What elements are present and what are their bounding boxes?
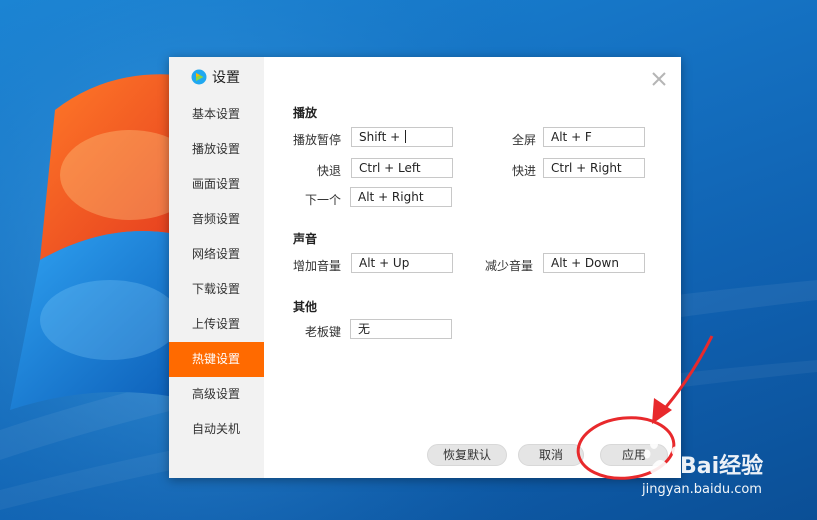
sidebar-item-network[interactable]: 网络设置 [169,237,264,272]
sidebar-item-upload[interactable]: 上传设置 [169,307,264,342]
hotkey-settings-panel: 播放 播放暂停 Shift + 全屏 Alt + F 快退 Ctrl + Lef… [264,57,681,478]
boss-key-hotkey-input[interactable]: 无 [350,319,452,339]
dialog-title-bar: 设置 [191,67,240,87]
section-title-other: 其他 [293,300,318,314]
volume-down-hotkey-input[interactable]: Alt + Down [543,253,645,273]
sidebar-item-picture[interactable]: 画面设置 [169,167,264,202]
rewind-label: 快退 [316,164,341,178]
settings-sidebar: 设置 基本设置 播放设置 画面设置 音频设置 网络设置 下载设置 上传设置 热键… [169,57,264,478]
sidebar-item-playback[interactable]: 播放设置 [169,132,264,167]
restore-defaults-button[interactable]: 恢复默认 [427,444,507,466]
app-logo-icon [191,69,207,85]
text-caret [404,130,406,143]
cancel-button[interactable]: 取消 [518,444,584,466]
boss-key-label: 老板键 [304,325,341,339]
next-label: 下一个 [304,193,341,207]
settings-dialog: 设置 基本设置 播放设置 画面设置 音频设置 网络设置 下载设置 上传设置 热键… [169,57,681,478]
dialog-title: 设置 [212,70,240,86]
watermark-url: jingyan.baidu.com [642,482,762,497]
sidebar-item-advanced[interactable]: 高级设置 [169,377,264,412]
forward-hotkey-input[interactable]: Ctrl + Right [543,158,645,178]
volume-up-label: 增加音量 [292,259,341,273]
next-hotkey-input[interactable]: Alt + Right [350,187,452,207]
forward-label: 快进 [511,164,536,178]
sidebar-item-download[interactable]: 下载设置 [169,272,264,307]
section-title-sound: 声音 [293,232,318,246]
volume-down-label: 减少音量 [484,259,533,273]
volume-up-hotkey-input[interactable]: Alt + Up [351,253,453,273]
sidebar-item-audio[interactable]: 音频设置 [169,202,264,237]
pause-hotkey-input[interactable]: Shift + [351,127,453,147]
baidu-jingyan-watermark: Bai经验 jingyan.baidu.com [642,434,812,504]
watermark-brand: Bai经验 [680,454,764,479]
sidebar-item-hotkeys[interactable]: 热键设置 [169,342,264,377]
pause-hotkey-value: Shift + [359,130,404,144]
rewind-hotkey-input[interactable]: Ctrl + Left [351,158,453,178]
sidebar-item-basic[interactable]: 基本设置 [169,97,264,132]
baidu-paw-icon [643,437,679,474]
fullscreen-hotkey-input[interactable]: Alt + F [543,127,645,147]
fullscreen-label: 全屏 [511,133,536,147]
pause-label: 播放暂停 [292,133,341,147]
sidebar-nav: 基本设置 播放设置 画面设置 音频设置 网络设置 下载设置 上传设置 热键设置 … [169,97,264,447]
section-title-playback: 播放 [293,106,318,120]
sidebar-item-auto-shutdown[interactable]: 自动关机 [169,412,264,447]
